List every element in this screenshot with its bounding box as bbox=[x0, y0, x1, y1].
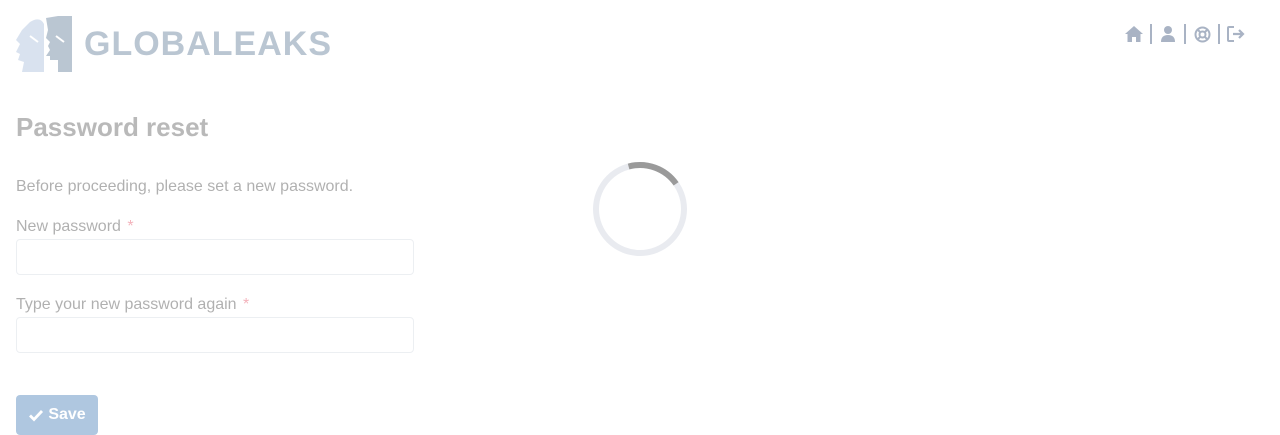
intro-text: Before proceeding, please set a new pass… bbox=[16, 178, 354, 195]
support-icon[interactable] bbox=[1192, 24, 1212, 44]
check-icon bbox=[29, 410, 44, 422]
nav-separator bbox=[1218, 24, 1220, 44]
save-button-label: Save bbox=[48, 406, 86, 423]
globaleaks-logo-icon bbox=[16, 16, 72, 72]
loading-spinner-icon bbox=[593, 162, 687, 256]
new-password-input[interactable] bbox=[16, 239, 414, 275]
save-button[interactable]: Save bbox=[16, 395, 98, 435]
brand-name: GLOBALEAKS bbox=[84, 25, 332, 63]
logo: GLOBALEAKS bbox=[16, 16, 332, 72]
confirm-password-input[interactable] bbox=[16, 317, 414, 353]
required-mark: * bbox=[127, 218, 134, 235]
new-password-label: New password * bbox=[16, 217, 134, 237]
confirm-password-label-text: Type your new password again bbox=[16, 296, 237, 313]
top-nav bbox=[1124, 24, 1246, 44]
new-password-label-text: New password bbox=[16, 218, 121, 235]
confirm-password-label: Type your new password again * bbox=[16, 295, 249, 315]
user-icon[interactable] bbox=[1158, 24, 1178, 44]
page-title: Password reset bbox=[16, 112, 209, 142]
logout-icon[interactable] bbox=[1226, 24, 1246, 44]
nav-separator bbox=[1184, 24, 1186, 44]
home-icon[interactable] bbox=[1124, 24, 1144, 44]
required-mark: * bbox=[243, 296, 250, 313]
nav-separator bbox=[1150, 24, 1152, 44]
